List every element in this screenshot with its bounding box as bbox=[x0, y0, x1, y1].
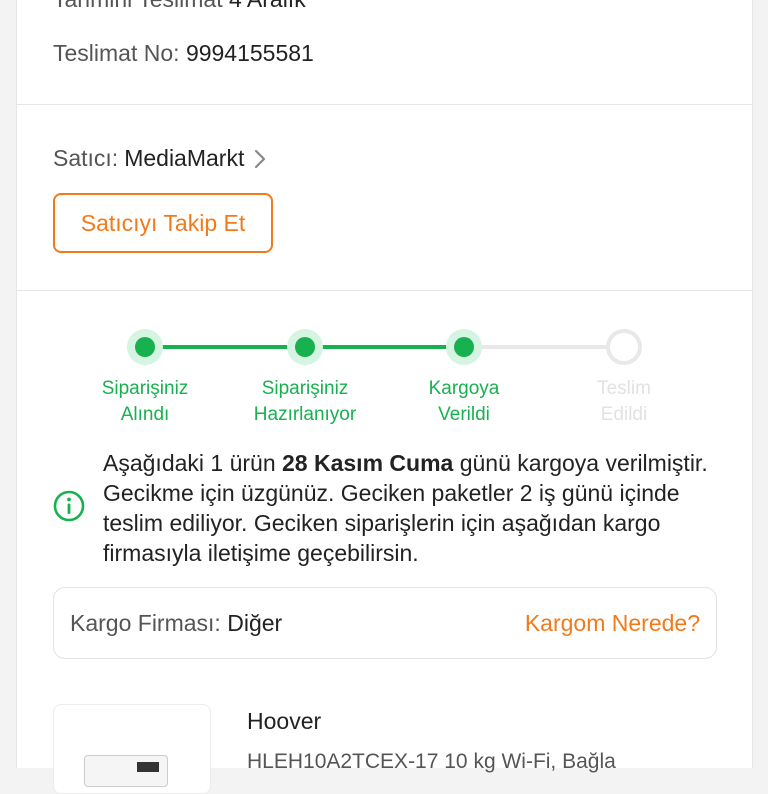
seller-link[interactable]: Satıcı: MediaMarkt bbox=[53, 145, 268, 172]
step-3-label: Kargoya Verildi bbox=[399, 376, 529, 428]
divider bbox=[17, 290, 752, 291]
notice-text-part1: Aşağıdaki 1 ürün bbox=[103, 450, 283, 476]
divider bbox=[17, 104, 752, 105]
seller-label: Satıcı: bbox=[53, 145, 119, 171]
delivery-number-value: 9994155581 bbox=[185, 40, 314, 66]
step-3-done-dot bbox=[446, 329, 482, 365]
follow-seller-button[interactable]: Satıcıyı Takip Et bbox=[53, 193, 273, 253]
chevron-right-icon bbox=[255, 149, 266, 168]
shipment-tracker: Siparişiniz Alındı Siparişiniz Hazırlanı… bbox=[17, 320, 752, 430]
delay-notice-text: Aşağıdaki 1 ürün 28 Kasım Cuma günü karg… bbox=[103, 448, 743, 568]
step-3-label-line2: Verildi bbox=[438, 404, 490, 425]
step-1-label-line2: Alındı bbox=[120, 404, 170, 425]
product-image bbox=[84, 755, 168, 787]
cargo-info-box: Kargo Firması: Diğer Kargom Nerede? bbox=[53, 587, 717, 659]
delivery-number-label: Teslimat No: bbox=[53, 40, 180, 66]
step-2-label-line2: Hazırlanıyor bbox=[253, 404, 357, 425]
notice-date: 28 Kasım Cuma bbox=[282, 450, 454, 476]
product-brand[interactable]: Hoover bbox=[247, 708, 321, 735]
product-thumbnail[interactable] bbox=[53, 704, 211, 794]
delivery-number: Teslimat No: 9994155581 bbox=[53, 40, 314, 67]
cargo-company-label: Kargo Firması: bbox=[70, 610, 221, 636]
product-name[interactable]: HLEH10A2TCEX-17 10 kg Wi-Fi, Bağla bbox=[247, 750, 616, 774]
step-4-pending-dot bbox=[606, 329, 642, 365]
step-4-label: Teslim Edildi bbox=[559, 376, 689, 428]
tracker-line-done bbox=[305, 345, 464, 349]
tracker-line-todo bbox=[464, 345, 624, 349]
seller-name: MediaMarkt bbox=[124, 145, 245, 171]
estimated-delivery-value: 4 Aralık bbox=[229, 0, 306, 12]
step-1-label: Siparişiniz Alındı bbox=[80, 376, 210, 428]
step-4-label-line2: Edildi bbox=[600, 404, 648, 425]
where-is-my-cargo-link[interactable]: Kargom Nerede? bbox=[525, 610, 700, 637]
step-1-done-dot bbox=[127, 329, 163, 365]
step-2-label-line1: Siparişiniz bbox=[261, 378, 349, 399]
info-icon bbox=[53, 490, 85, 522]
estimated-delivery: Tahmini Teslimat 4 Aralık bbox=[53, 0, 306, 13]
tracker-line-done bbox=[145, 345, 305, 349]
order-detail-card: Tahmini Teslimat 4 Aralık Teslimat No: 9… bbox=[16, 0, 753, 794]
estimated-delivery-label: Tahmini Teslimat bbox=[53, 0, 223, 12]
step-1-label-line1: Siparişiniz bbox=[101, 378, 189, 399]
step-3-label-line1: Kargoya bbox=[428, 378, 500, 399]
step-2-label: Siparişiniz Hazırlanıyor bbox=[240, 376, 370, 428]
cargo-company: Kargo Firması: Diğer bbox=[70, 610, 282, 637]
step-2-done-dot bbox=[287, 329, 323, 365]
step-4-label-line1: Teslim bbox=[597, 378, 651, 399]
cargo-company-value: Diğer bbox=[227, 610, 283, 636]
